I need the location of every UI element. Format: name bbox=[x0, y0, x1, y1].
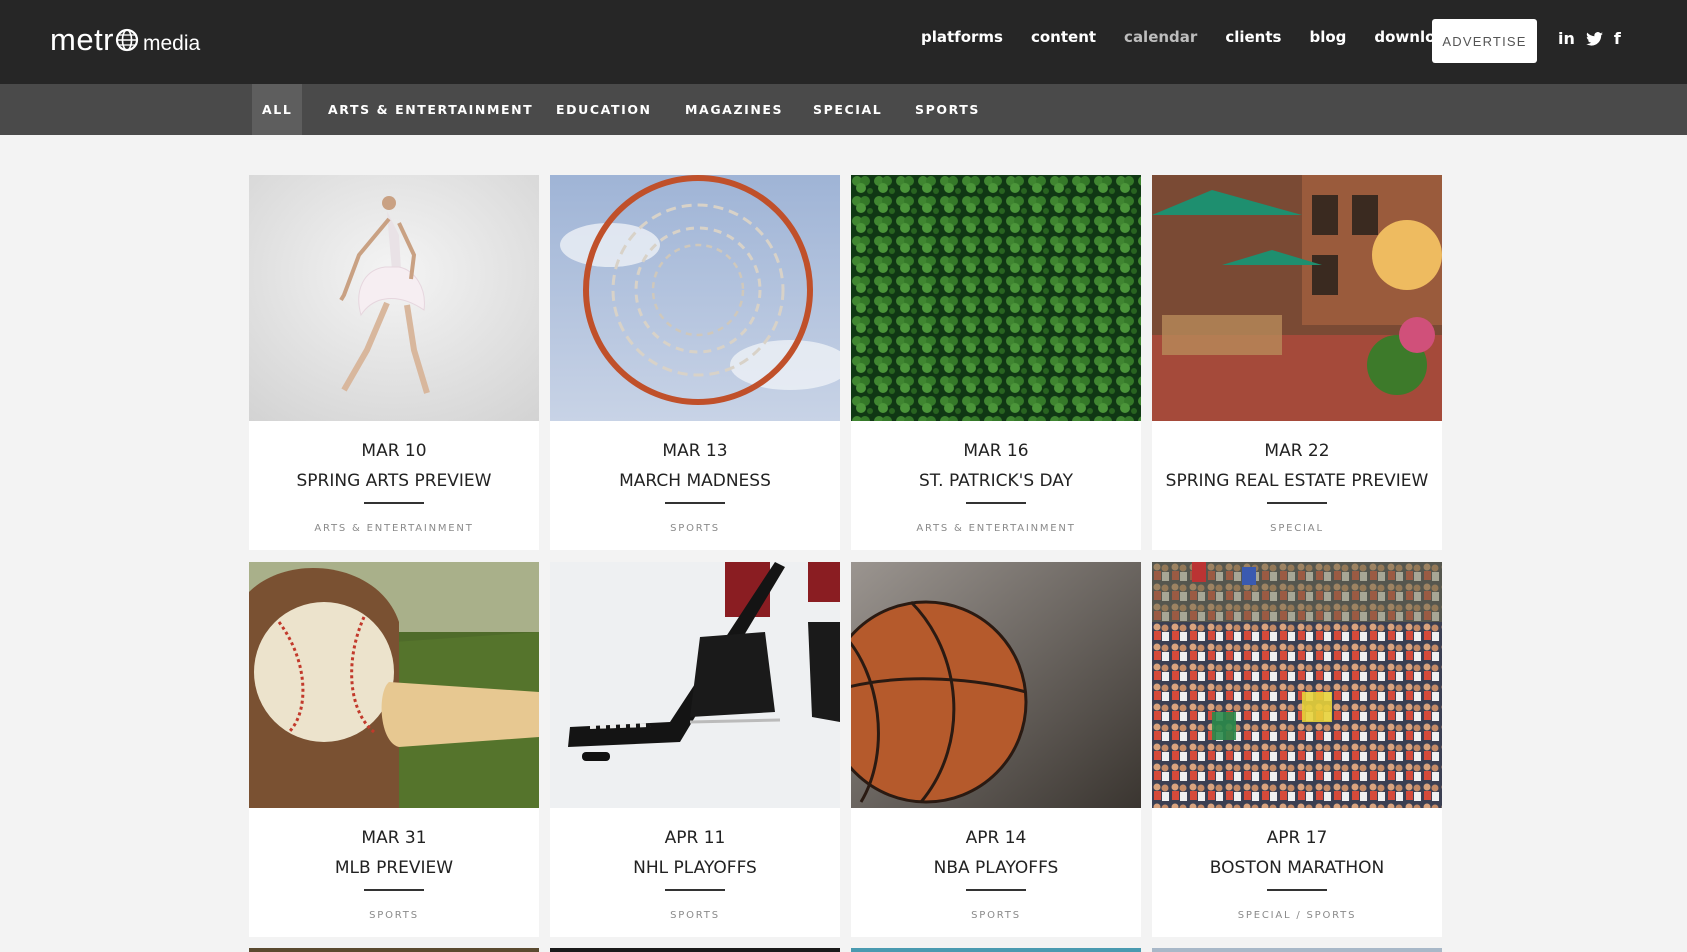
globe-icon bbox=[115, 28, 139, 52]
filter-special[interactable]: SPECIAL bbox=[813, 84, 882, 135]
street-cafe-image bbox=[1152, 175, 1442, 421]
social-links: in f bbox=[1558, 28, 1621, 50]
next-row-card-peek bbox=[550, 948, 840, 952]
event-card[interactable]: MAR 31 MLB PREVIEW SPORTS bbox=[249, 562, 539, 937]
nav-content[interactable]: content bbox=[1031, 28, 1096, 46]
filter-arts-entertainment[interactable]: ARTS & ENTERTAINMENT bbox=[328, 84, 533, 135]
event-date: APR 17 bbox=[1266, 828, 1328, 848]
nav-clients[interactable]: clients bbox=[1225, 28, 1281, 46]
event-card[interactable]: MAR 22 SPRING REAL ESTATE PREVIEW SPECIA… bbox=[1152, 175, 1442, 550]
title-divider bbox=[1267, 889, 1327, 891]
filter-sports[interactable]: SPORTS bbox=[915, 84, 980, 135]
event-category: ARTS & ENTERTAINMENT bbox=[314, 523, 474, 534]
event-card[interactable]: MAR 13 MARCH MADNESS SPORTS bbox=[550, 175, 840, 550]
logo-wordmark: metr bbox=[50, 22, 114, 57]
nav-calendar[interactable]: calendar bbox=[1124, 28, 1197, 46]
event-date: APR 14 bbox=[965, 828, 1027, 848]
nav-blog[interactable]: blog bbox=[1309, 28, 1346, 46]
event-category: SPECIAL / SPORTS bbox=[1237, 910, 1357, 921]
category-filter-bar: ALL ARTS & ENTERTAINMENT EDUCATION MAGAZ… bbox=[0, 84, 1687, 135]
event-title: MARCH MADNESS bbox=[619, 471, 771, 491]
event-date: APR 11 bbox=[664, 828, 726, 848]
event-title: ST. PATRICK'S DAY bbox=[918, 471, 1074, 491]
next-row-card-peek bbox=[249, 948, 539, 952]
advertise-button[interactable]: ADVERTISE bbox=[1432, 19, 1537, 63]
title-divider bbox=[966, 889, 1026, 891]
event-title: MLB PREVIEW bbox=[334, 858, 454, 878]
event-card[interactable]: MAR 16 ST. PATRICK'S DAY ARTS & ENTERTAI… bbox=[851, 175, 1141, 550]
metro-media-logo[interactable]: metr media bbox=[50, 22, 200, 58]
event-card[interactable]: APR 14 NBA PLAYOFFS SPORTS bbox=[851, 562, 1141, 937]
logo-subtitle: media bbox=[143, 32, 201, 55]
hockey-stick-image bbox=[550, 562, 840, 808]
event-category: SPORTS bbox=[670, 910, 720, 921]
next-row-card-peek bbox=[1152, 948, 1442, 952]
event-card[interactable]: MAR 10 SPRING ARTS PREVIEW ARTS & ENTERT… bbox=[249, 175, 539, 550]
twitter-icon[interactable] bbox=[1585, 32, 1603, 46]
event-category: SPECIAL bbox=[1270, 523, 1324, 534]
event-title: BOSTON MARATHON bbox=[1209, 858, 1385, 878]
event-date: MAR 31 bbox=[361, 828, 427, 848]
clover-field-image bbox=[851, 175, 1141, 421]
event-title: NHL PLAYOFFS bbox=[633, 858, 757, 878]
title-divider bbox=[665, 502, 725, 504]
basketball-hoop-image bbox=[550, 175, 840, 421]
event-card[interactable]: APR 11 NHL PLAYOFFS SPORTS bbox=[550, 562, 840, 937]
linkedin-icon[interactable]: in bbox=[1558, 28, 1575, 50]
event-title: SPRING REAL ESTATE PREVIEW bbox=[1165, 471, 1429, 491]
facebook-icon[interactable]: f bbox=[1614, 28, 1621, 50]
title-divider bbox=[1267, 502, 1327, 504]
event-date: MAR 13 bbox=[662, 441, 728, 461]
title-divider bbox=[966, 502, 1026, 504]
event-title: NBA PLAYOFFS bbox=[933, 858, 1059, 878]
event-date: MAR 16 bbox=[963, 441, 1029, 461]
filter-education[interactable]: EDUCATION bbox=[556, 84, 652, 135]
event-category: SPORTS bbox=[971, 910, 1021, 921]
title-divider bbox=[364, 502, 424, 504]
baseball-glove-image bbox=[249, 562, 539, 808]
top-header: metr media platforms content calendar cl… bbox=[0, 0, 1687, 84]
title-divider bbox=[665, 889, 725, 891]
event-card[interactable]: APR 17 BOSTON MARATHON SPECIAL / SPORTS bbox=[1152, 562, 1442, 937]
basketball-image bbox=[851, 562, 1141, 808]
main-nav: platforms content calendar clients blog … bbox=[921, 28, 1456, 46]
event-category: SPORTS bbox=[670, 523, 720, 534]
filter-magazines[interactable]: MAGAZINES bbox=[685, 84, 783, 135]
filter-all[interactable]: ALL bbox=[252, 84, 303, 135]
event-category: SPORTS bbox=[369, 910, 419, 921]
next-row-card-peek bbox=[851, 948, 1141, 952]
event-title: SPRING ARTS PREVIEW bbox=[296, 471, 492, 491]
marathon-crowd-image bbox=[1152, 562, 1442, 808]
event-date: MAR 10 bbox=[361, 441, 427, 461]
event-date: MAR 22 bbox=[1264, 441, 1330, 461]
nav-platforms[interactable]: platforms bbox=[921, 28, 1003, 46]
event-category: ARTS & ENTERTAINMENT bbox=[916, 523, 1076, 534]
title-divider bbox=[364, 889, 424, 891]
ballet-dancer-image bbox=[249, 175, 539, 421]
